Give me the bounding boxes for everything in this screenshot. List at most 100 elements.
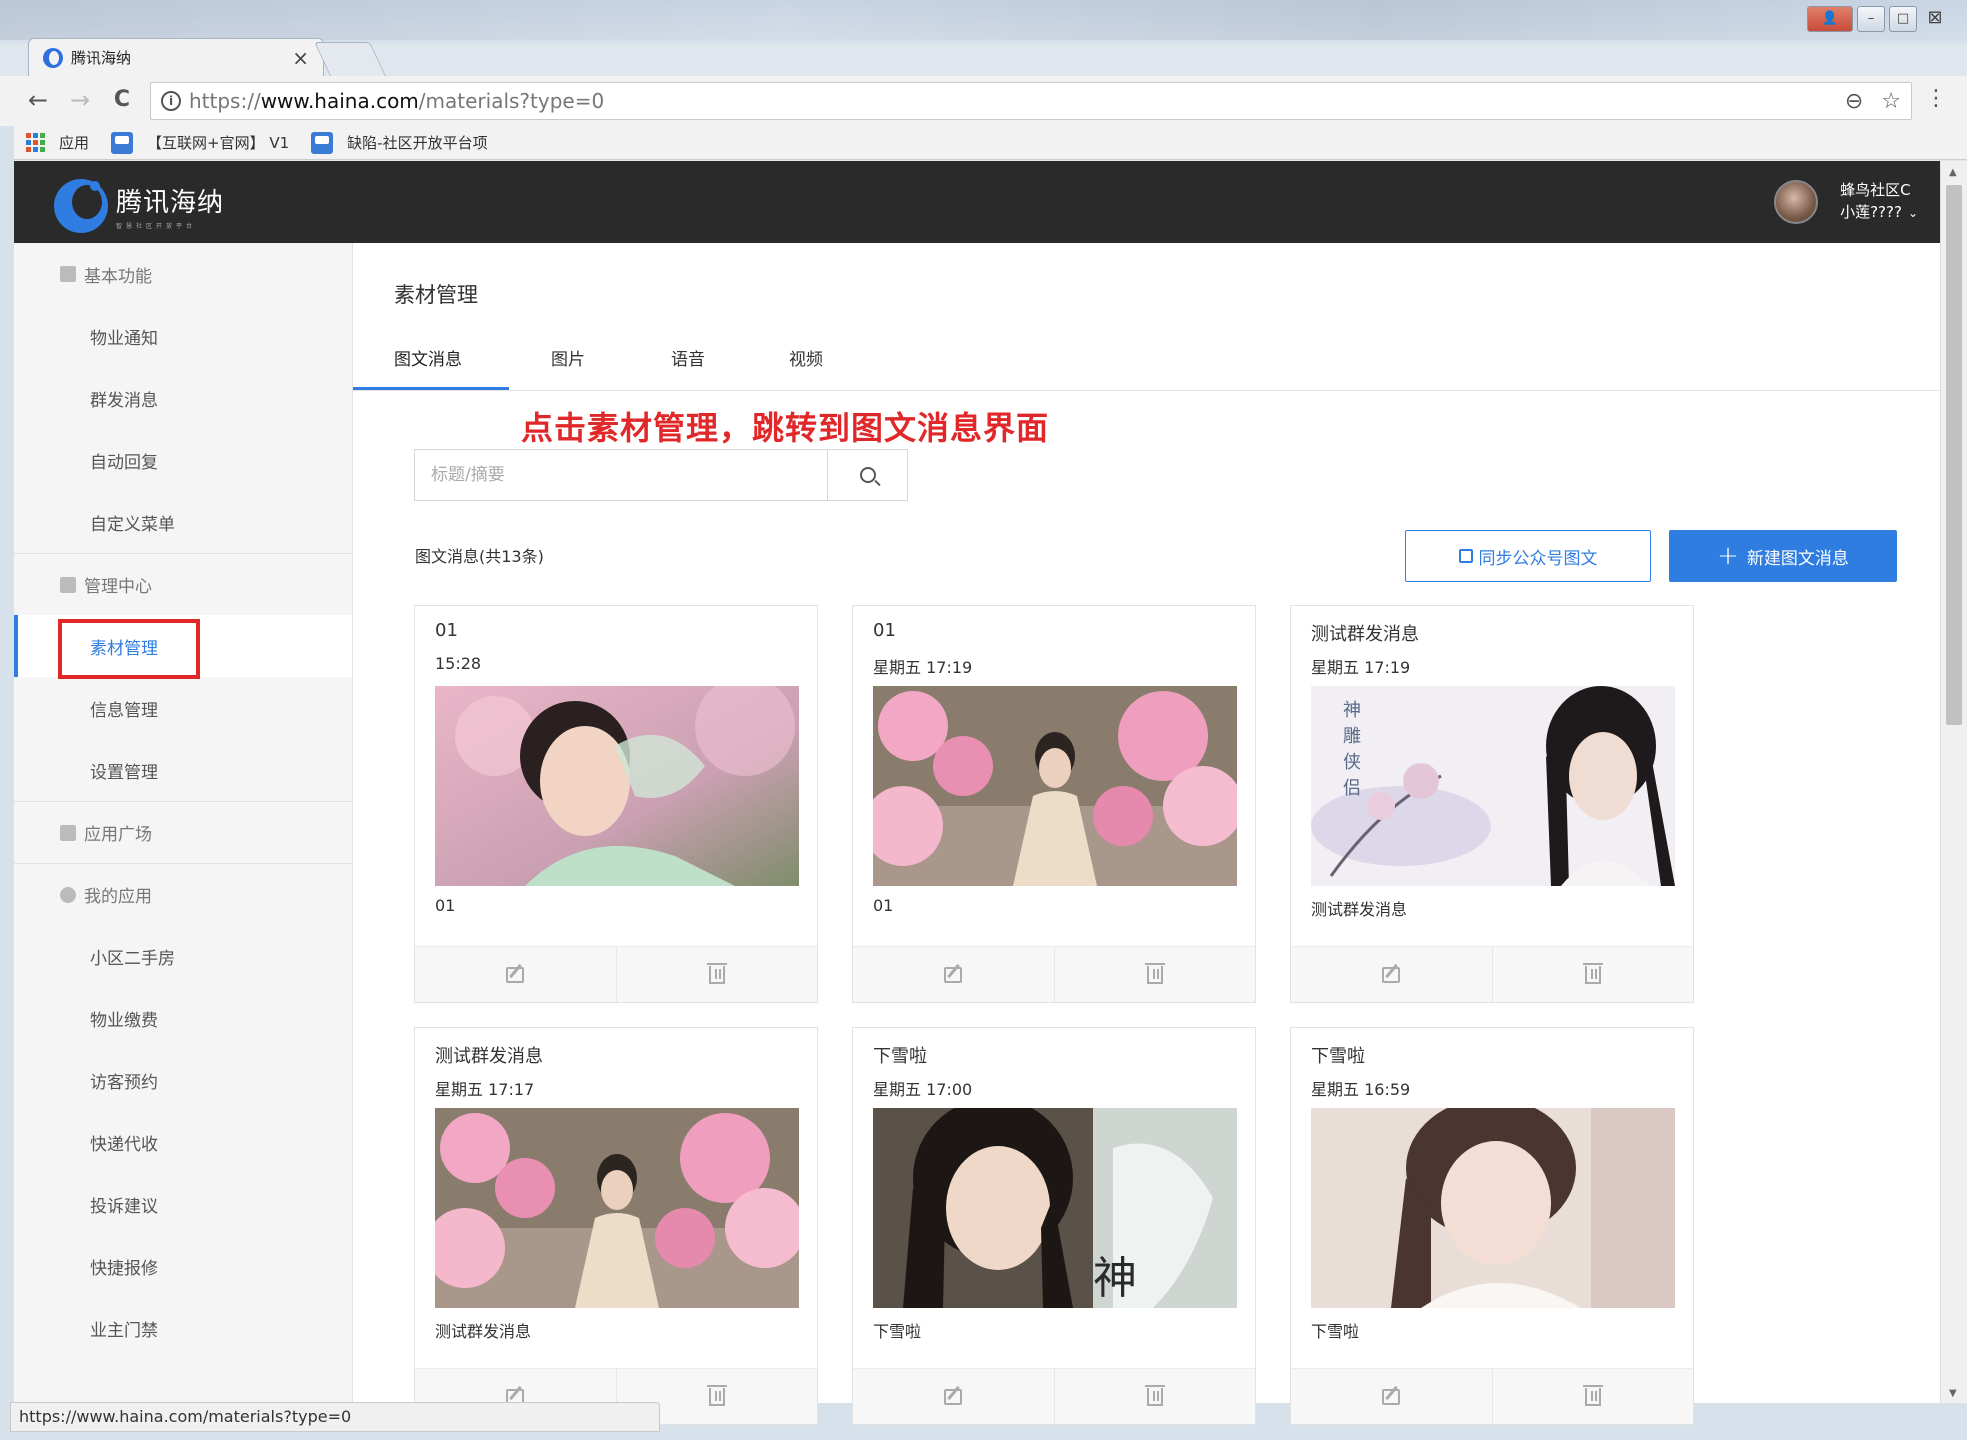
sidebar-item-second-hand-housing[interactable]: 小区二手房 xyxy=(14,925,352,987)
sidebar-item-quick-repair[interactable]: 快捷报修 xyxy=(14,1235,352,1297)
info-icon[interactable]: i xyxy=(161,91,181,111)
sidebar-group-my-apps: 我的应用 xyxy=(14,863,352,925)
bookmark-item[interactable]: 缺陷-社区开放平台项 xyxy=(347,132,487,153)
logo-icon xyxy=(54,179,108,233)
community-name: 蜂鸟社区C xyxy=(1840,181,1911,199)
sidebar-item-complaints[interactable]: 投诉建议 xyxy=(14,1173,352,1235)
bookmark-apps[interactable]: 应用 xyxy=(59,132,89,153)
card-title: 01 xyxy=(435,620,458,641)
tab-video[interactable]: 视频 xyxy=(789,345,823,370)
logo-name: 腾讯海纳 xyxy=(116,188,225,218)
card-time: 15:28 xyxy=(435,654,482,673)
sidebar-group-app-store[interactable]: 应用广场 xyxy=(14,801,352,863)
card-time: 星期五 17:19 xyxy=(1311,658,1411,677)
tab-voice[interactable]: 语音 xyxy=(671,345,705,370)
grid-icon xyxy=(60,266,76,282)
card-digest: 测试群发消息 xyxy=(435,1322,532,1341)
delete-button[interactable] xyxy=(1493,947,1694,1002)
sync-wechat-news-button[interactable]: 同步公众号图文 xyxy=(1405,530,1651,582)
new-tab-button[interactable] xyxy=(314,42,386,76)
url-host: www.haina.com xyxy=(260,89,419,113)
sidebar-item-owner-access[interactable]: 业主门禁 xyxy=(14,1297,352,1359)
portrait-dark-hair-image: 神 xyxy=(873,1108,1237,1308)
bookmark-star-icon[interactable]: ☆ xyxy=(1881,89,1901,114)
page-scrollbar[interactable]: ▲ ▼ xyxy=(1940,161,1967,1403)
edit-button[interactable] xyxy=(853,1369,1055,1424)
card-actions xyxy=(1291,946,1693,1002)
card-time: 星期五 17:19 xyxy=(873,658,973,677)
zoom-icon[interactable]: ⊖ xyxy=(1845,89,1863,114)
scroll-down-icon[interactable]: ▼ xyxy=(1949,1388,1957,1399)
card-digest: 下雪啦 xyxy=(1311,1322,1360,1341)
maximize-icon[interactable]: □ xyxy=(1889,6,1917,32)
search-input[interactable] xyxy=(415,450,827,500)
scroll-thumb[interactable] xyxy=(1946,185,1962,725)
news-card[interactable]: 下雪啦 星期五 17:00 神 下雪啦 xyxy=(852,1027,1256,1425)
search-icon xyxy=(859,467,876,483)
tab-images[interactable]: 图片 xyxy=(551,345,585,370)
card-cover-image: 神 雕 侠 侣 xyxy=(1311,686,1675,886)
avatar[interactable] xyxy=(1774,179,1819,224)
figure-peach-blossom-image xyxy=(435,1108,799,1308)
card-title: 下雪啦 xyxy=(873,1046,927,1067)
card-cover-image xyxy=(435,686,799,886)
sidebar-item-custom-menu[interactable]: 自定义菜单 xyxy=(14,491,352,553)
sidebar-item-settings-management[interactable]: 设置管理 xyxy=(14,739,352,801)
minimize-icon[interactable]: – xyxy=(1857,6,1885,32)
browser-tab[interactable]: 腾讯海纳 × xyxy=(28,38,324,76)
sidebar-item-mass-message[interactable]: 群发消息 xyxy=(14,367,352,429)
search-button[interactable] xyxy=(827,450,907,500)
svg-text:侣: 侣 xyxy=(1343,778,1361,799)
svg-text:神: 神 xyxy=(1343,700,1361,721)
tab-news[interactable]: 图文消息 xyxy=(394,345,462,370)
chevron-down-icon[interactable]: ⌄ xyxy=(1908,206,1918,220)
logo[interactable]: 腾讯海纳 智慧社区开放平台 xyxy=(54,179,224,233)
sidebar-item-materials[interactable]: 素材管理 xyxy=(14,615,352,679)
sidebar-item-parcel-collection[interactable]: 快递代收 xyxy=(14,1111,352,1173)
edit-button[interactable] xyxy=(853,947,1055,1002)
reload-icon[interactable]: C xyxy=(106,84,138,116)
news-card[interactable]: 01 星期五 17:19 01 xyxy=(852,605,1256,1003)
material-tabs: 图文消息 图片 语音 视频 xyxy=(353,323,1940,391)
close-window-icon[interactable]: ⊠ xyxy=(1921,6,1949,32)
scroll-up-icon[interactable]: ▲ xyxy=(1949,167,1957,178)
card-actions xyxy=(853,946,1255,1002)
back-icon[interactable]: ← xyxy=(22,84,54,116)
delete-button[interactable] xyxy=(617,947,818,1002)
edit-button[interactable] xyxy=(415,947,617,1002)
delete-button[interactable] xyxy=(1055,947,1256,1002)
sidebar-item-auto-reply[interactable]: 自动回复 xyxy=(14,429,352,491)
sidebar-item-property-payment[interactable]: 物业缴费 xyxy=(14,987,352,1049)
news-card[interactable]: 测试群发消息 星期五 17:17 测试群发消息 xyxy=(414,1027,818,1425)
edit-button[interactable] xyxy=(1291,947,1493,1002)
profile-icon[interactable]: 👤 xyxy=(1807,6,1853,32)
sidebar-group-management: 管理中心 xyxy=(14,553,352,615)
edit-icon xyxy=(944,1388,963,1405)
card-digest: 测试群发消息 xyxy=(1311,900,1408,919)
news-card[interactable]: 下雪啦 星期五 16:59 下雪啦 xyxy=(1290,1027,1694,1425)
new-news-button[interactable]: + 新建图文消息 xyxy=(1669,530,1897,582)
apps-grid-icon[interactable] xyxy=(26,133,45,152)
url-path: /materials?type=0 xyxy=(418,89,605,113)
card-actions xyxy=(415,946,817,1002)
browser-menu-icon[interactable]: ⋮ xyxy=(1925,86,1947,111)
news-card[interactable]: 测试群发消息 星期五 17:19 神 雕 侠 侣 测试群发消息 xyxy=(1290,605,1694,1003)
forward-icon[interactable]: → xyxy=(64,84,96,116)
tab-title: 腾讯海纳 xyxy=(71,49,132,67)
address-bar[interactable]: i https://www.haina.com/materials?type=0… xyxy=(150,82,1912,120)
bookmark-item[interactable]: 【互联网+官网】 V1 xyxy=(147,132,289,153)
card-time: 星期五 17:00 xyxy=(873,1080,973,1099)
delete-button[interactable] xyxy=(1493,1369,1694,1424)
edit-icon xyxy=(944,966,963,983)
tab-close-icon[interactable]: × xyxy=(292,46,309,70)
card-time: 星期五 16:59 xyxy=(1311,1080,1411,1099)
news-card[interactable]: 01 15:28 01 xyxy=(414,605,818,1003)
sidebar-item-property-notice[interactable]: 物业通知 xyxy=(14,305,352,367)
delete-button[interactable] xyxy=(1055,1369,1256,1424)
sidebar-item-visitor-booking[interactable]: 访客预约 xyxy=(14,1049,352,1111)
news-count: 图文消息(共13条) xyxy=(415,547,544,566)
sidebar-item-info-management[interactable]: 信息管理 xyxy=(14,677,352,739)
sidebar: 基本功能 物业通知 群发消息 自动回复 自定义菜单 管理中心 素材管理 信息管理… xyxy=(14,243,353,1403)
edit-button[interactable] xyxy=(1291,1369,1493,1424)
user-menu[interactable]: 蜂鸟社区C 小莲???? ⌄ xyxy=(1774,179,1918,224)
